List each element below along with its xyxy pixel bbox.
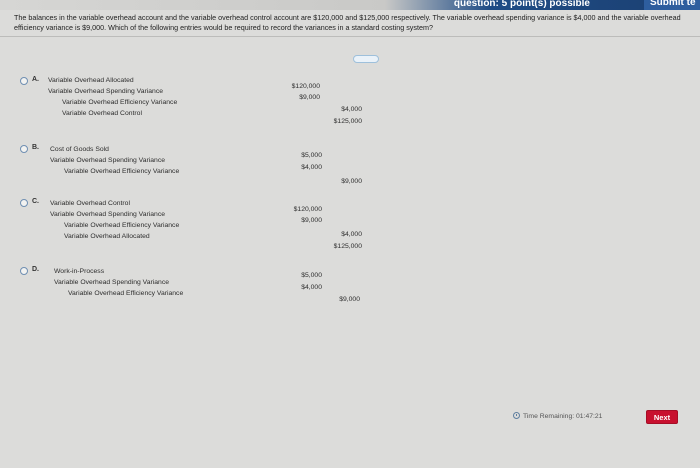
time-remaining: Time Remaining: 01:47:21	[513, 412, 602, 420]
question-text: The balances in the variable overhead ac…	[14, 13, 681, 32]
clock-icon	[513, 412, 520, 419]
entry-account: Work-in-Process	[54, 268, 105, 275]
entry-account: Variable Overhead Efficiency Variance	[62, 99, 178, 106]
points-possible: question: 5 point(s) possible	[453, 0, 590, 9]
entry-credit: $9,000	[341, 178, 362, 185]
entry-debit: $9,000	[299, 94, 320, 101]
next-button[interactable]: Next	[646, 410, 678, 424]
entry-debit: $5,000	[301, 272, 322, 279]
radio-option-a[interactable]	[20, 77, 28, 85]
entry-debit: $4,000	[301, 164, 322, 171]
entry-debit: $4,000	[301, 284, 322, 291]
entry-account: Variable Overhead Spending Variance	[54, 279, 169, 286]
option-letter: C.	[32, 198, 39, 205]
entry-credit: $125,000	[333, 243, 362, 250]
option-letter: B.	[32, 144, 39, 151]
entry-account: Variable Overhead Control	[62, 110, 142, 117]
expand-icon[interactable]	[353, 55, 379, 63]
entry-credit: $4,000	[341, 106, 362, 113]
divider	[0, 36, 700, 37]
entry-account: Variable Overhead Spending Variance	[50, 211, 165, 218]
top-bar: question: 5 point(s) possible Submit te	[0, 0, 700, 10]
radio-option-b[interactable]	[20, 145, 28, 153]
time-remaining-text: Time Remaining: 01:47:21	[523, 413, 603, 420]
entry-account: Variable Overhead Allocated	[64, 233, 150, 240]
entry-account: Variable Overhead Efficiency Variance	[68, 290, 184, 297]
submit-test-button[interactable]: Submit te	[644, 0, 700, 10]
radio-option-d[interactable]	[20, 267, 28, 275]
entry-account: Variable Overhead Efficiency Variance	[64, 168, 180, 175]
entry-account: Variable Overhead Efficiency Variance	[64, 222, 180, 229]
entry-account: Variable Overhead Allocated	[48, 77, 134, 84]
entry-debit: $9,000	[301, 217, 322, 224]
option-letter: D.	[32, 266, 39, 273]
entry-debit: $5,000	[301, 152, 322, 159]
entry-credit: $4,000	[341, 231, 362, 238]
entry-account: Variable Overhead Control	[50, 200, 130, 207]
entry-account: Cost of Goods Sold	[50, 146, 109, 153]
entry-debit: $120,000	[293, 206, 322, 213]
entry-account: Variable Overhead Spending Variance	[50, 157, 165, 164]
option-letter: A.	[32, 76, 39, 83]
entry-debit: $120,000	[291, 83, 320, 90]
radio-option-c[interactable]	[20, 199, 28, 207]
entry-credit: $9,000	[339, 296, 360, 303]
entry-account: Variable Overhead Spending Variance	[48, 88, 163, 95]
entry-credit: $125,000	[333, 118, 362, 125]
